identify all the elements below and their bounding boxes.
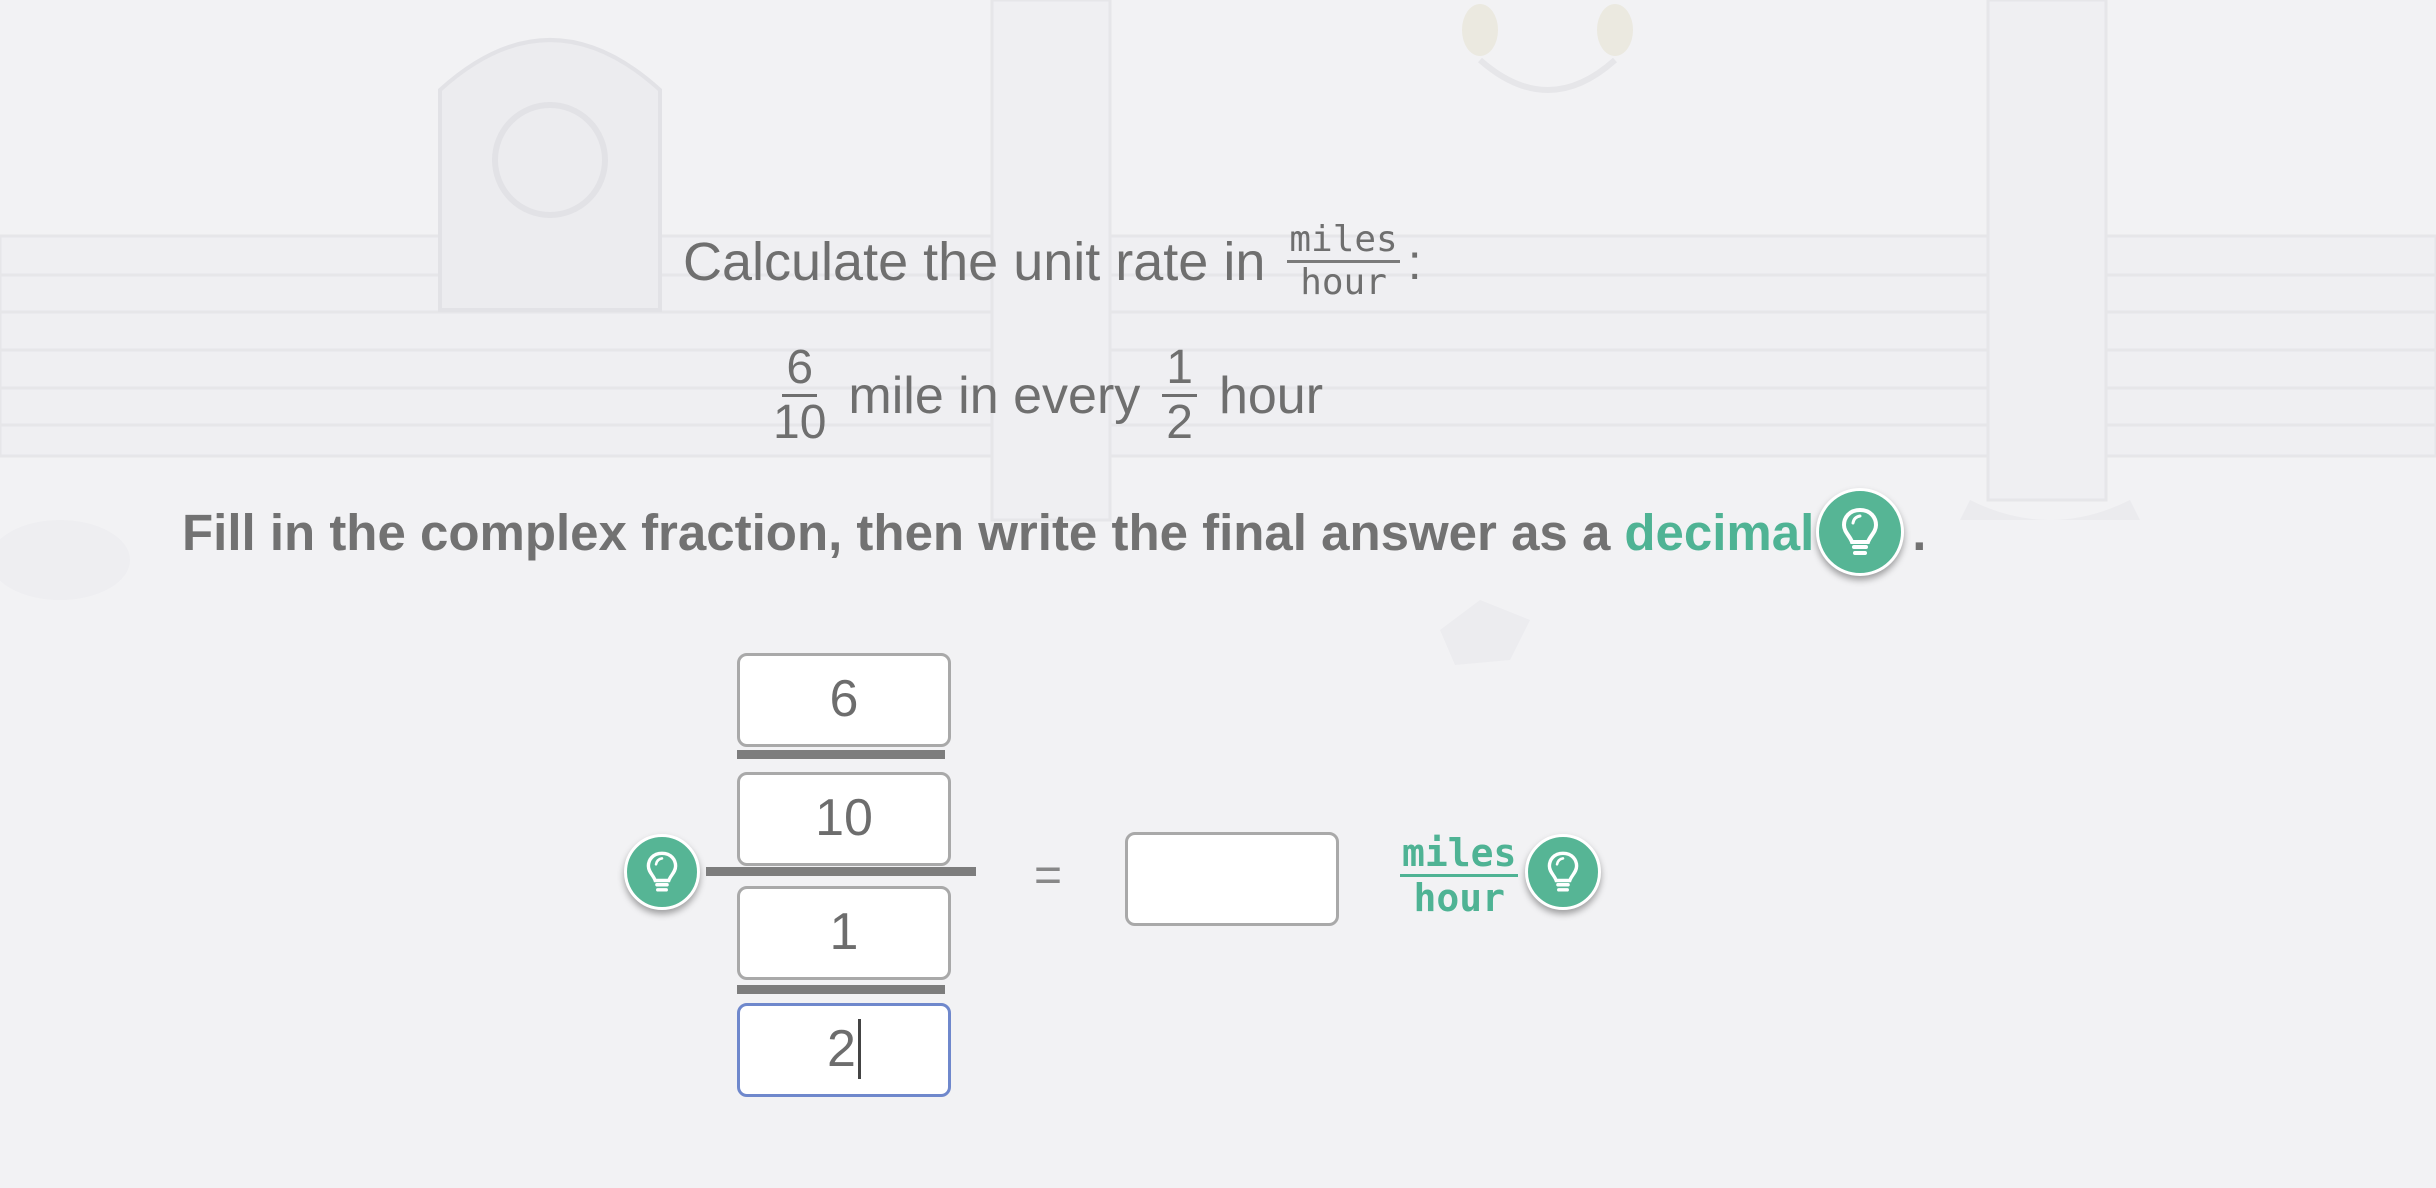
fraction-hint-button[interactable] <box>624 834 700 910</box>
header-prompt: Calculate the unit rate in <box>683 231 1266 292</box>
decimal-answer-input[interactable] <box>1125 832 1339 926</box>
time-numerator: 1 <box>1162 342 1197 397</box>
instruction: Fill in the complex fraction, then write… <box>182 488 1926 576</box>
instruction-period: . <box>1912 503 1927 561</box>
instruction-text: Fill in the complex fraction, then write… <box>182 503 1611 561</box>
main-fraction-bar <box>706 867 976 876</box>
unit-fraction: miles hour <box>1287 220 1400 303</box>
unit-hint-button[interactable] <box>1525 834 1601 910</box>
distance-denominator: 10 <box>773 396 827 449</box>
unit-denominator: hour <box>1300 262 1387 303</box>
time-denominator: 2 <box>1166 396 1193 449</box>
answer-unit: miles hour <box>1400 831 1519 920</box>
bottom-denominator-input[interactable]: 2 <box>737 1003 951 1097</box>
distance-numerator: 6 <box>782 342 818 397</box>
header-colon: : <box>1407 233 1422 290</box>
question-header: Calculate the unit rate in miles hour : <box>683 220 1422 303</box>
background-scene <box>0 0 2436 1188</box>
bottom-denominator-value: 2 <box>827 1020 856 1078</box>
equals-sign: = <box>1034 849 1063 902</box>
answer-unit-numerator: miles <box>1400 831 1519 877</box>
time-fraction: 1 2 <box>1162 342 1197 449</box>
distance-fraction: 6 10 <box>773 342 826 449</box>
lightbulb-icon <box>646 851 678 892</box>
instruction-keyword: decimal <box>1624 503 1815 561</box>
top-denominator-input[interactable]: 10 <box>737 772 951 866</box>
unit-numerator: miles <box>1287 220 1400 263</box>
lightbulb-icon <box>1842 507 1879 555</box>
bottom-fraction-bar <box>737 985 945 994</box>
top-numerator-input[interactable]: 6 <box>737 653 951 747</box>
text-caret <box>857 1019 861 1080</box>
problem-middle-text: mile in every <box>848 366 1141 425</box>
bottom-numerator-input[interactable]: 1 <box>737 886 951 980</box>
answer-unit-denominator: hour <box>1413 876 1505 920</box>
problem-end-text: hour <box>1218 366 1324 425</box>
lightbulb-icon <box>1547 851 1579 892</box>
decimal-hint-button[interactable] <box>1816 488 1905 576</box>
problem-statement: 6 10 mile in every 1 2 hour <box>773 342 1323 449</box>
top-fraction-bar <box>737 750 945 759</box>
